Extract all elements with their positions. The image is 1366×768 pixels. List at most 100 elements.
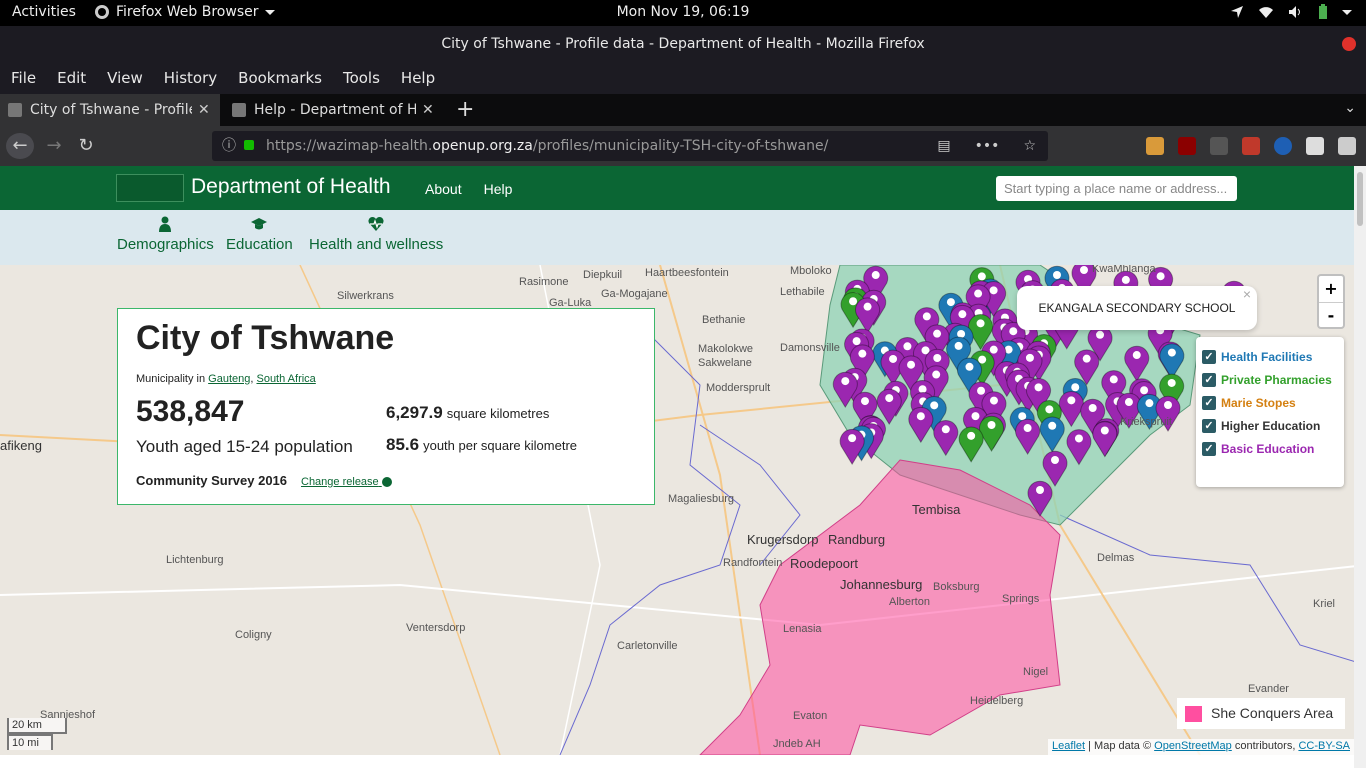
forward-button[interactable]: → [40,133,68,159]
map-marker-dot [976,319,985,328]
menu-tools[interactable]: Tools [332,62,390,94]
clock[interactable]: Mon Nov 19, 06:19 [0,4,1366,20]
map-place-label: Makolokwe [698,343,754,355]
checkbox[interactable]: ✓ [1202,441,1216,456]
menu-bookmarks[interactable]: Bookmarks [227,62,332,94]
sidebar-icon[interactable] [1210,137,1228,155]
popup-close-button[interactable]: × [1243,272,1251,316]
map-place-label: Lethabile [780,286,825,298]
menu-view[interactable]: View [96,62,153,94]
layer-basic-education[interactable]: ✓ Basic Education [1202,437,1344,460]
section-nav: Demographics Education Health and wellne… [0,210,1366,265]
map-marker-dot [1140,386,1149,395]
map-marker-dot [871,271,880,280]
menu-bar: File Edit View History Bookmarks Tools H… [0,62,1366,94]
wifi-icon [1259,7,1273,18]
map-place-label: Diepkuil [583,269,623,281]
map-marker-dot [903,342,912,351]
map-place-label: Heidelberg [970,695,1024,707]
layer-private-pharmacies[interactable]: ✓ Private Pharmacies [1202,368,1344,391]
location-icon [1231,6,1243,18]
extension-badge-icon[interactable] [1146,137,1164,155]
map-marker-dot [885,394,894,403]
page-scrollbar[interactable] [1354,166,1366,768]
back-button[interactable]: ← [6,133,34,159]
map-place-label: Bethanie [702,314,746,326]
license-link[interactable]: CC-BY-SA [1298,740,1350,752]
menu-history[interactable]: History [153,62,227,94]
map-place-label: Kriel [1313,598,1336,610]
popup-text: EKANGALA SECONDARY SCHOOL [1038,301,1236,315]
bookmark-star-icon[interactable]: ☆ [1023,131,1036,161]
section-health[interactable]: Health and wellness [309,216,443,253]
close-icon[interactable]: ✕ [422,102,434,118]
link-gauteng[interactable]: Gauteng [208,373,250,385]
page-actions-icon[interactable]: ••• [975,131,1000,161]
section-label: Demographics [117,236,214,253]
tab-help[interactable]: Help - Department of Hea ✕ [224,94,446,126]
map-marker-dot [1051,456,1059,464]
map-place-label: Mboloko [790,265,832,277]
map-place-label: Randburg [828,532,886,547]
place-search-input[interactable]: Start typing a place name or address... [996,176,1237,201]
map-place-label: Nigel [1023,666,1049,678]
info-icon[interactable]: ⓘ [222,131,236,161]
section-demographics[interactable]: Demographics [117,216,214,253]
extension-icon[interactable] [1242,137,1260,155]
leaflet-link[interactable]: Leaflet [1052,740,1085,752]
nav-help[interactable]: Help [484,181,513,197]
map-place-label: Carletonville [617,640,678,652]
scrollbar-thumb[interactable] [1357,172,1363,226]
checkbox[interactable]: ✓ [1202,349,1216,364]
hamburger-menu-icon[interactable] [1338,137,1356,155]
section-education[interactable]: Education [226,216,293,253]
map-marker-dot [841,377,850,386]
system-tray[interactable] [1230,4,1352,20]
map[interactable]: Mboloko KwaMhlanga Lethabile Diepkuil Ha… [0,265,1366,755]
map-place-label: Ga-Mogajane [601,288,668,300]
ublock-icon[interactable] [1178,137,1196,155]
map-attribution: Leaflet | Map data © OpenStreetMap contr… [1048,739,1366,755]
new-tab-button[interactable]: + [456,97,474,122]
tab-city-of-tshwane[interactable]: City of Tshwane - Profile d ✕ [0,94,220,126]
map-marker-dot [1109,375,1118,384]
map-place-label: Alberton [889,596,930,608]
tab-list-chevron-icon[interactable]: ⌄ [1344,100,1356,116]
checkbox[interactable]: ✓ [1202,418,1216,433]
menu-edit[interactable]: Edit [46,62,96,94]
layer-higher-education[interactable]: ✓ Higher Education [1202,414,1344,437]
map-marker-dot [889,354,898,363]
layer-marie-stopes[interactable]: ✓ Marie Stopes [1202,391,1344,414]
coat-of-arms-logo[interactable] [116,174,184,202]
marker-popup: EKANGALA SECONDARY SCHOOL × [1017,286,1257,330]
checkbox[interactable]: ✓ [1202,372,1216,387]
close-icon[interactable]: ✕ [198,102,210,118]
page-content: Department of Health About Help Start ty… [0,166,1366,768]
menu-help[interactable]: Help [390,62,445,94]
sync-icon[interactable] [1274,137,1292,155]
map-marker-dot [858,349,867,358]
link-south-africa[interactable]: South Africa [256,373,315,385]
reader-view-icon[interactable]: ▤ [937,131,950,161]
map-place-label: Ventersdorp [406,622,466,634]
osm-link[interactable]: OpenStreetMap [1154,740,1232,752]
zoom-in-button[interactable]: + [1319,276,1343,302]
menu-file[interactable]: File [0,62,46,94]
change-release-link[interactable]: Change release [301,476,392,488]
url-actions: ▤ ••• ☆ [937,131,1036,161]
site-nav: About Help [425,181,512,197]
layer-health-facilities[interactable]: ✓ Health Facilities [1202,345,1344,368]
map-marker-dot [1053,271,1061,279]
site-title[interactable]: Department of Health [191,175,391,199]
layer-label: Higher Education [1221,418,1321,433]
reload-button[interactable]: ↻ [72,133,100,159]
nav-about[interactable]: About [425,181,462,197]
checkbox[interactable]: ✓ [1202,395,1216,410]
url-bar[interactable]: ⓘ https://wazimap-health.openup.org.za/p… [212,131,1048,161]
window-close-button[interactable] [1342,37,1356,51]
library-icon[interactable] [1306,137,1324,155]
map-marker-dot [958,310,967,319]
map-marker-dot [989,345,998,354]
map-place-label: Evander [1248,683,1289,695]
zoom-out-button[interactable]: - [1319,302,1343,328]
